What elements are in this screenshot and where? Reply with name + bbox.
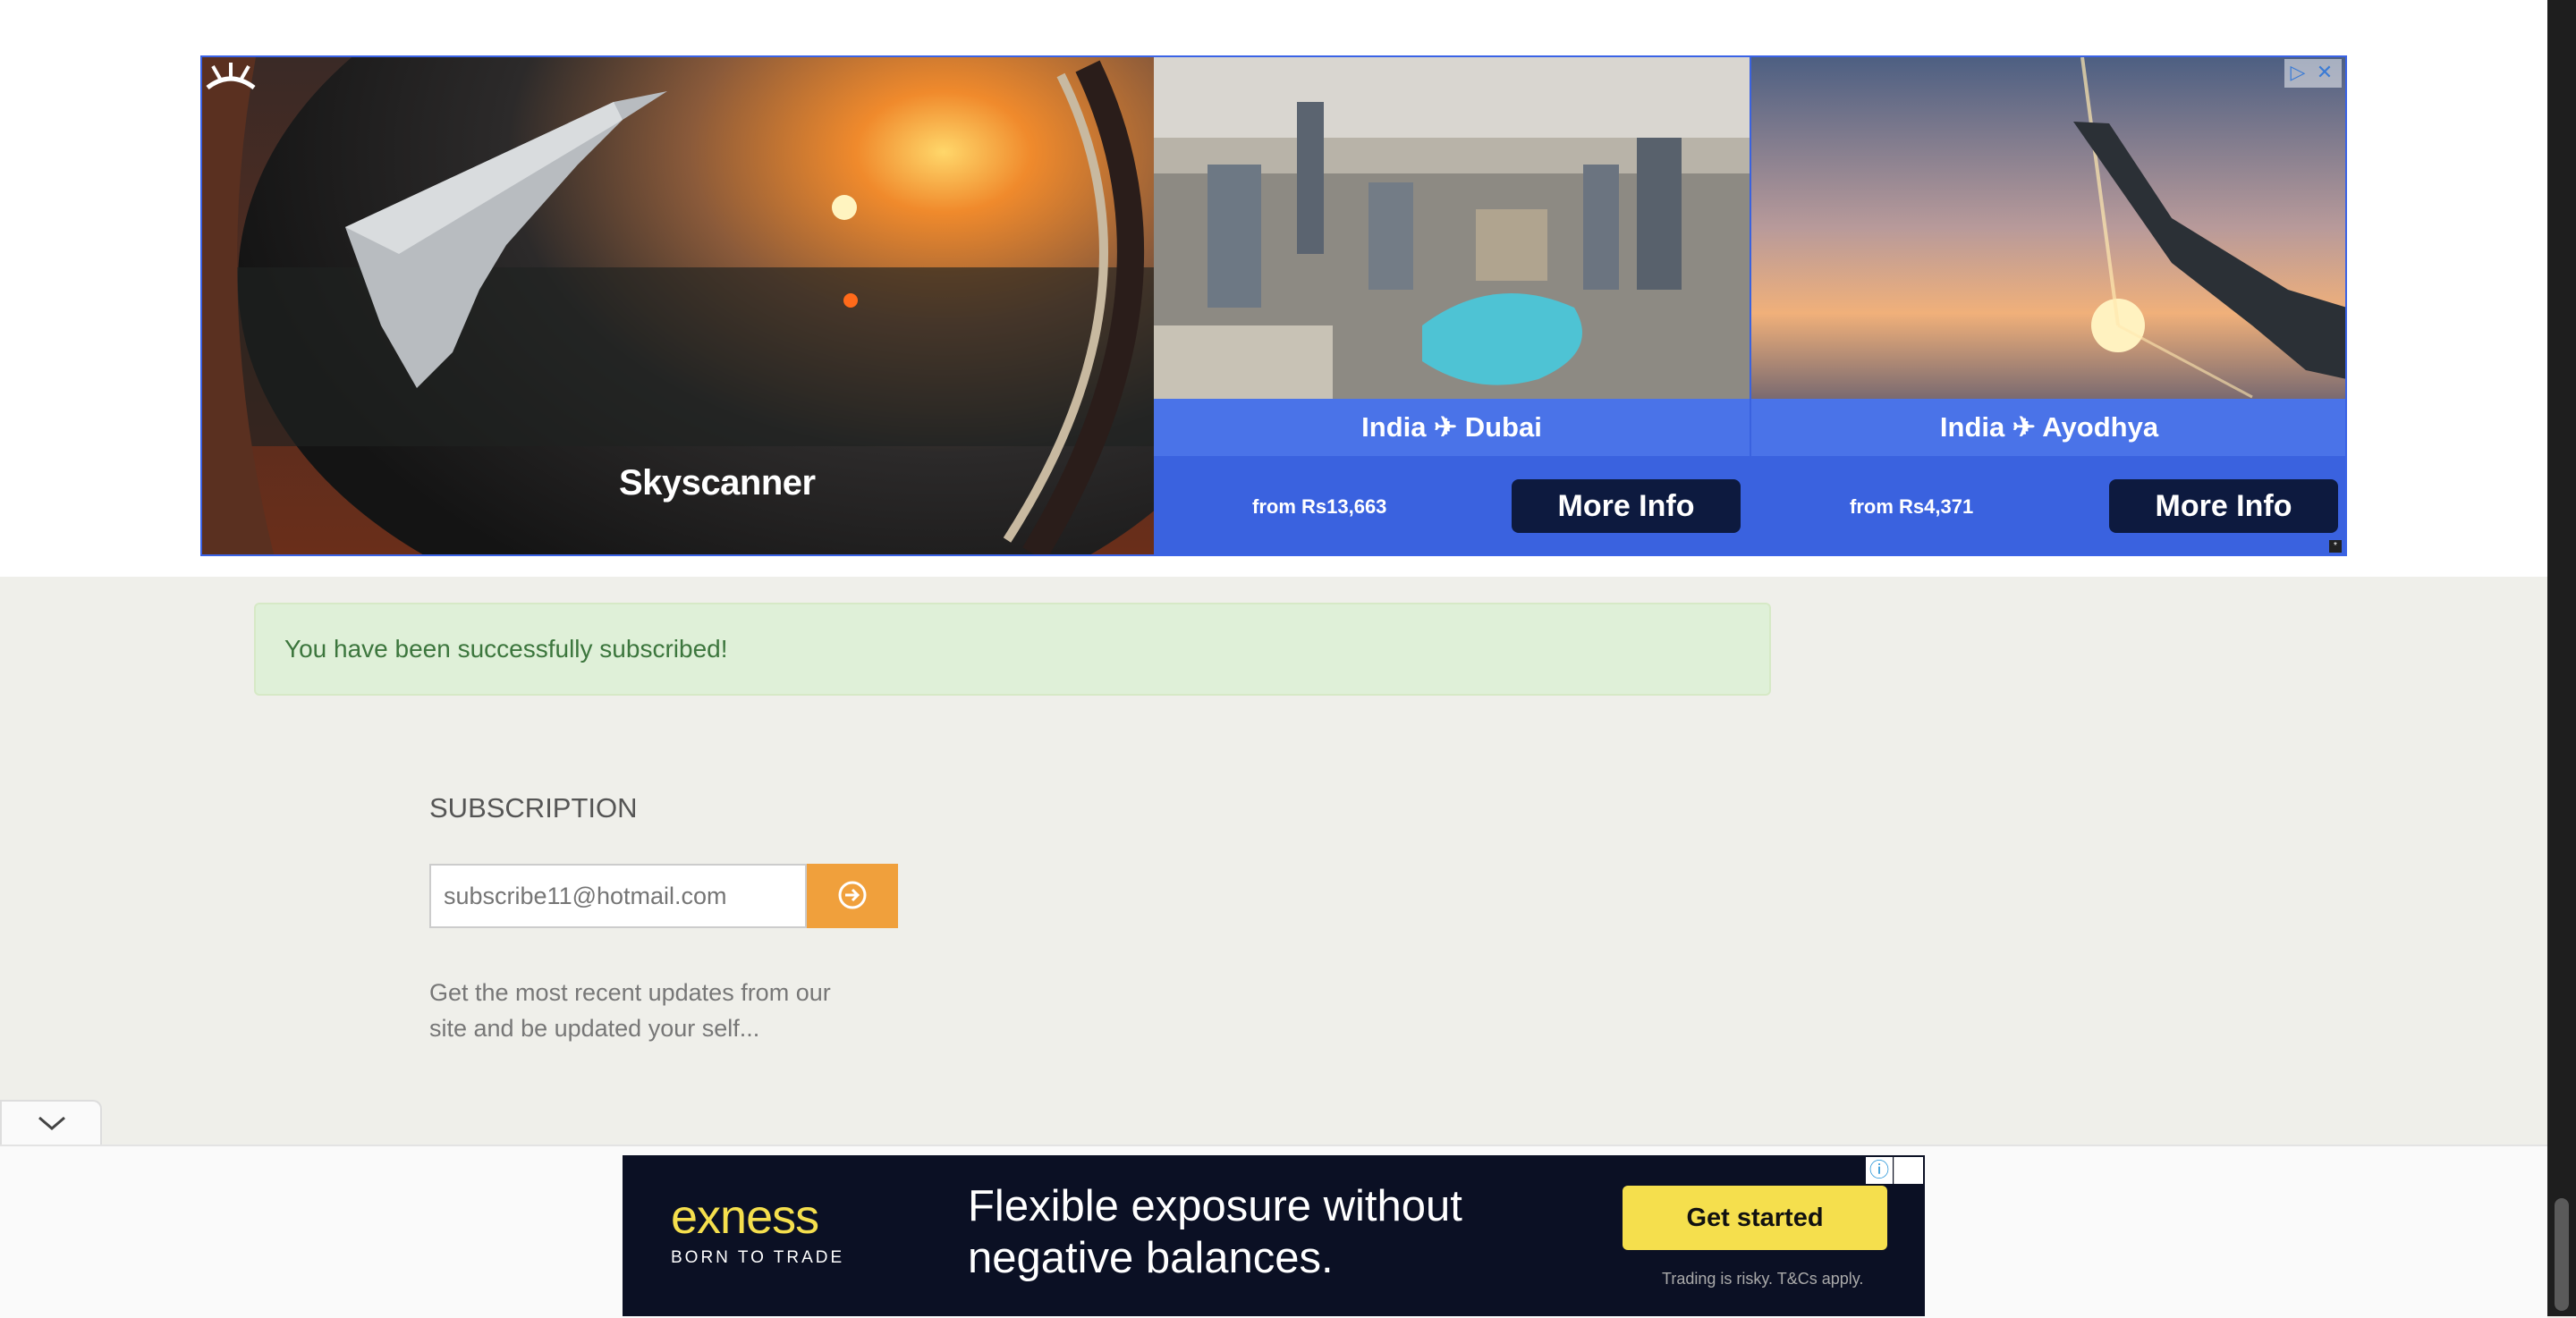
skyscanner-logo-icon <box>206 63 256 90</box>
adchoices-icon[interactable]: ▷ <box>2284 59 2311 86</box>
subscription-title: SUBSCRIPTION <box>429 792 638 824</box>
ad-panel-dubai[interactable]: India ✈ Dubai from Rs13,663 More Info <box>1154 57 1750 554</box>
dubai-price-label: from Rs13,663 <box>1252 495 1387 518</box>
ayodhya-more-info-button[interactable]: More Info <box>2109 479 2338 533</box>
subscribe-button[interactable] <box>807 864 898 928</box>
collapse-ad-toggle[interactable] <box>0 1100 102 1145</box>
ayodhya-price-label: from Rs4,371 <box>1850 495 1974 518</box>
get-started-button[interactable]: Get started <box>1623 1186 1887 1250</box>
exness-tagline: BORN TO TRADE <box>671 1248 845 1267</box>
vertical-scrollbar[interactable] <box>2547 0 2576 1316</box>
subscription-email-input[interactable] <box>429 864 807 928</box>
dubai-destination-label: India ✈ Dubai <box>1154 399 1750 456</box>
chevron-down-icon[interactable] <box>2 1102 104 1145</box>
success-alert: You have been successfully subscribed! <box>254 603 1771 696</box>
scrollbar-thumb[interactable] <box>2555 1198 2569 1311</box>
arrow-circle-right-icon <box>838 881 867 908</box>
ad-choices[interactable]: ▷ ✕ <box>2284 59 2342 88</box>
exness-headline: Flexible exposure without negative balan… <box>968 1182 1462 1282</box>
skyscanner-brand-text: Skyscanner <box>619 463 816 503</box>
close-icon[interactable]: ✕ <box>2311 59 2338 86</box>
ad-panel-ayodhya[interactable]: India ✈ Ayodhya from Rs4,371 More Info <box>1751 57 2345 554</box>
subscription-description: Get the most recent updates from our sit… <box>429 979 831 1042</box>
airplane-window-image[interactable]: Skyscanner <box>202 57 1154 554</box>
dubai-more-info-button[interactable]: More Info <box>1512 479 1741 533</box>
exness-logo: exness <box>671 1190 819 1244</box>
ayodhya-destination-label: India ✈ Ayodhya <box>1751 399 2345 456</box>
exness-ad-banner[interactable]: exness BORN TO TRADE Flexible exposure w… <box>623 1155 1925 1316</box>
ad-star-icon: * <box>2329 540 2342 553</box>
dubai-city-image <box>1154 57 1750 399</box>
skyscanner-ad-banner[interactable]: Skyscanner India ✈ Dubai from Rs13,663 M… <box>200 55 2347 556</box>
ad-close-box[interactable] <box>1894 1157 1923 1184</box>
exness-disclaimer: Trading is risky. T&Cs apply. <box>1662 1270 1864 1288</box>
info-icon[interactable]: ⓘ <box>1866 1157 1893 1184</box>
sunset-wing-image <box>1751 57 2345 399</box>
